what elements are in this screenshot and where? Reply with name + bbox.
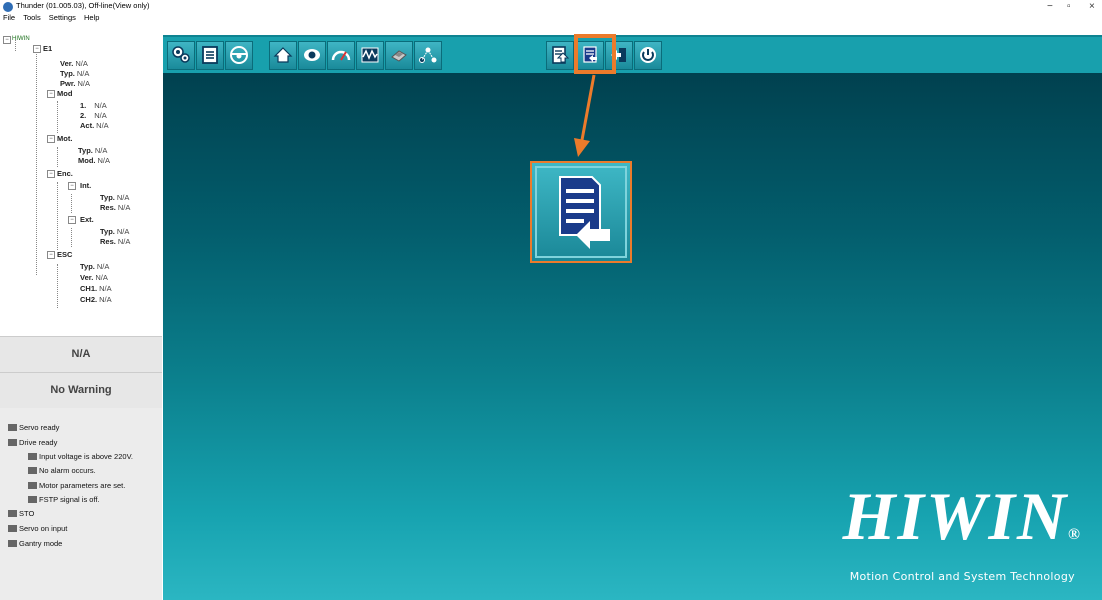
tree-esc-ch2: CH2. N/A [80, 295, 112, 304]
tree-int-typ: Typ. N/A [100, 193, 130, 202]
minimize-button[interactable]: − [1047, 1, 1053, 13]
tree-typ: Typ. N/A [60, 69, 90, 78]
load-from-drive-icon-enlarged [530, 161, 632, 263]
tree-mod-1: 1. N/A [80, 101, 107, 110]
tree-esc[interactable]: ESC [57, 250, 72, 259]
save-to-drive-icon[interactable] [546, 41, 574, 70]
collapse-icon[interactable]: − [68, 182, 76, 190]
app-icon [3, 2, 13, 12]
tree-esc-ch1: CH1. N/A [80, 284, 112, 293]
menu-bar: File Tools Settings Help [0, 13, 300, 24]
left-panel: − HIWIN − E1 Ver. N/A Typ. N/A Pwr. N/A − M… [0, 35, 164, 600]
menu-tools[interactable]: Tools [23, 13, 41, 22]
scope-wave-icon[interactable] [356, 41, 384, 70]
collapse-icon[interactable]: − [68, 216, 76, 224]
tree-pwr: Pwr. N/A [60, 79, 90, 88]
indicator-fstp: FSTP signal is off. [28, 495, 100, 504]
drive-status: N/A [0, 336, 162, 373]
home-icon[interactable] [269, 41, 297, 70]
indicator-no-alarm: No alarm occurs. [28, 466, 96, 475]
wrench-gear-icon[interactable] [167, 41, 195, 70]
collapse-icon[interactable]: − [33, 45, 41, 53]
warning-status: No Warning [0, 372, 162, 409]
indicator-servo-on: Servo on input [8, 524, 67, 533]
tree-ext-res: Res. N/A [100, 237, 131, 246]
indicator-gantry: Gantry mode [8, 539, 62, 548]
collapse-icon[interactable]: − [47, 251, 55, 259]
tree-e1[interactable]: E1 [43, 44, 52, 53]
tree-enc[interactable]: Enc. [57, 169, 73, 178]
collapse-icon[interactable]: − [3, 36, 11, 44]
nodes-icon[interactable] [414, 41, 442, 70]
toolbar [163, 35, 1102, 73]
tree-mod-act: Act. N/A [80, 121, 109, 130]
tree-mod-2: 2. N/A [80, 111, 107, 120]
menu-settings[interactable]: Settings [49, 13, 76, 22]
reset-icon[interactable] [634, 41, 662, 70]
close-button[interactable]: × [1089, 1, 1095, 13]
tree-esc-typ: Typ. N/A [80, 262, 110, 271]
tree-root[interactable]: HIWIN [12, 35, 30, 44]
indicator-input-voltage: Input voltage is above 220V. [28, 452, 133, 461]
menu-help[interactable]: Help [84, 13, 99, 22]
logo-tagline: Motion Control and System Technology [849, 570, 1075, 583]
company-logo: HIWIN® Motion Control and System Technol… [843, 481, 1082, 583]
collapse-icon[interactable]: − [47, 170, 55, 178]
status-indicators: Servo ready Drive ready Input voltage is… [0, 408, 162, 600]
indicator-drive-ready: Drive ready [8, 438, 57, 447]
tree-int[interactable]: Int. [80, 181, 91, 190]
chip-icon[interactable] [385, 41, 413, 70]
eye-icon[interactable] [298, 41, 326, 70]
restore-button[interactable]: ▫ [1067, 1, 1071, 13]
window-title: Thunder (01.005.03), Off-line(View only) [16, 1, 150, 10]
registered-mark: ® [1068, 526, 1082, 543]
collapse-icon[interactable]: − [47, 90, 55, 98]
title-bar: Thunder (01.005.03), Off-line(View only)… [0, 0, 1102, 14]
tree-ext[interactable]: Ext. [80, 215, 94, 224]
logo-word: HIWIN [842, 478, 1069, 554]
indicator-motor-params: Motor parameters are set. [28, 481, 125, 490]
tree-mot[interactable]: Mot. [57, 134, 72, 143]
collapse-icon[interactable]: − [47, 135, 55, 143]
gauge-icon[interactable] [327, 41, 355, 70]
tree-ver: Ver. N/A [60, 59, 88, 68]
highlight-frame [574, 34, 616, 74]
tree-esc-ver: Ver. N/A [80, 273, 108, 282]
tree-mod[interactable]: Mod [57, 89, 72, 98]
tree-mot-mod: Mod. N/A [78, 156, 111, 165]
device-tree: − HIWIN − E1 Ver. N/A Typ. N/A Pwr. N/A − M… [0, 35, 162, 338]
steering-wheel-icon[interactable] [225, 41, 253, 70]
indicator-servo-ready: Servo ready [8, 423, 59, 432]
indicator-sto: STO [8, 509, 34, 518]
menu-file[interactable]: File [3, 13, 15, 22]
tree-ext-typ: Typ. N/A [100, 227, 130, 236]
document-list-icon[interactable] [196, 41, 224, 70]
tree-int-res: Res. N/A [100, 203, 131, 212]
tree-mot-typ: Typ. N/A [78, 146, 108, 155]
